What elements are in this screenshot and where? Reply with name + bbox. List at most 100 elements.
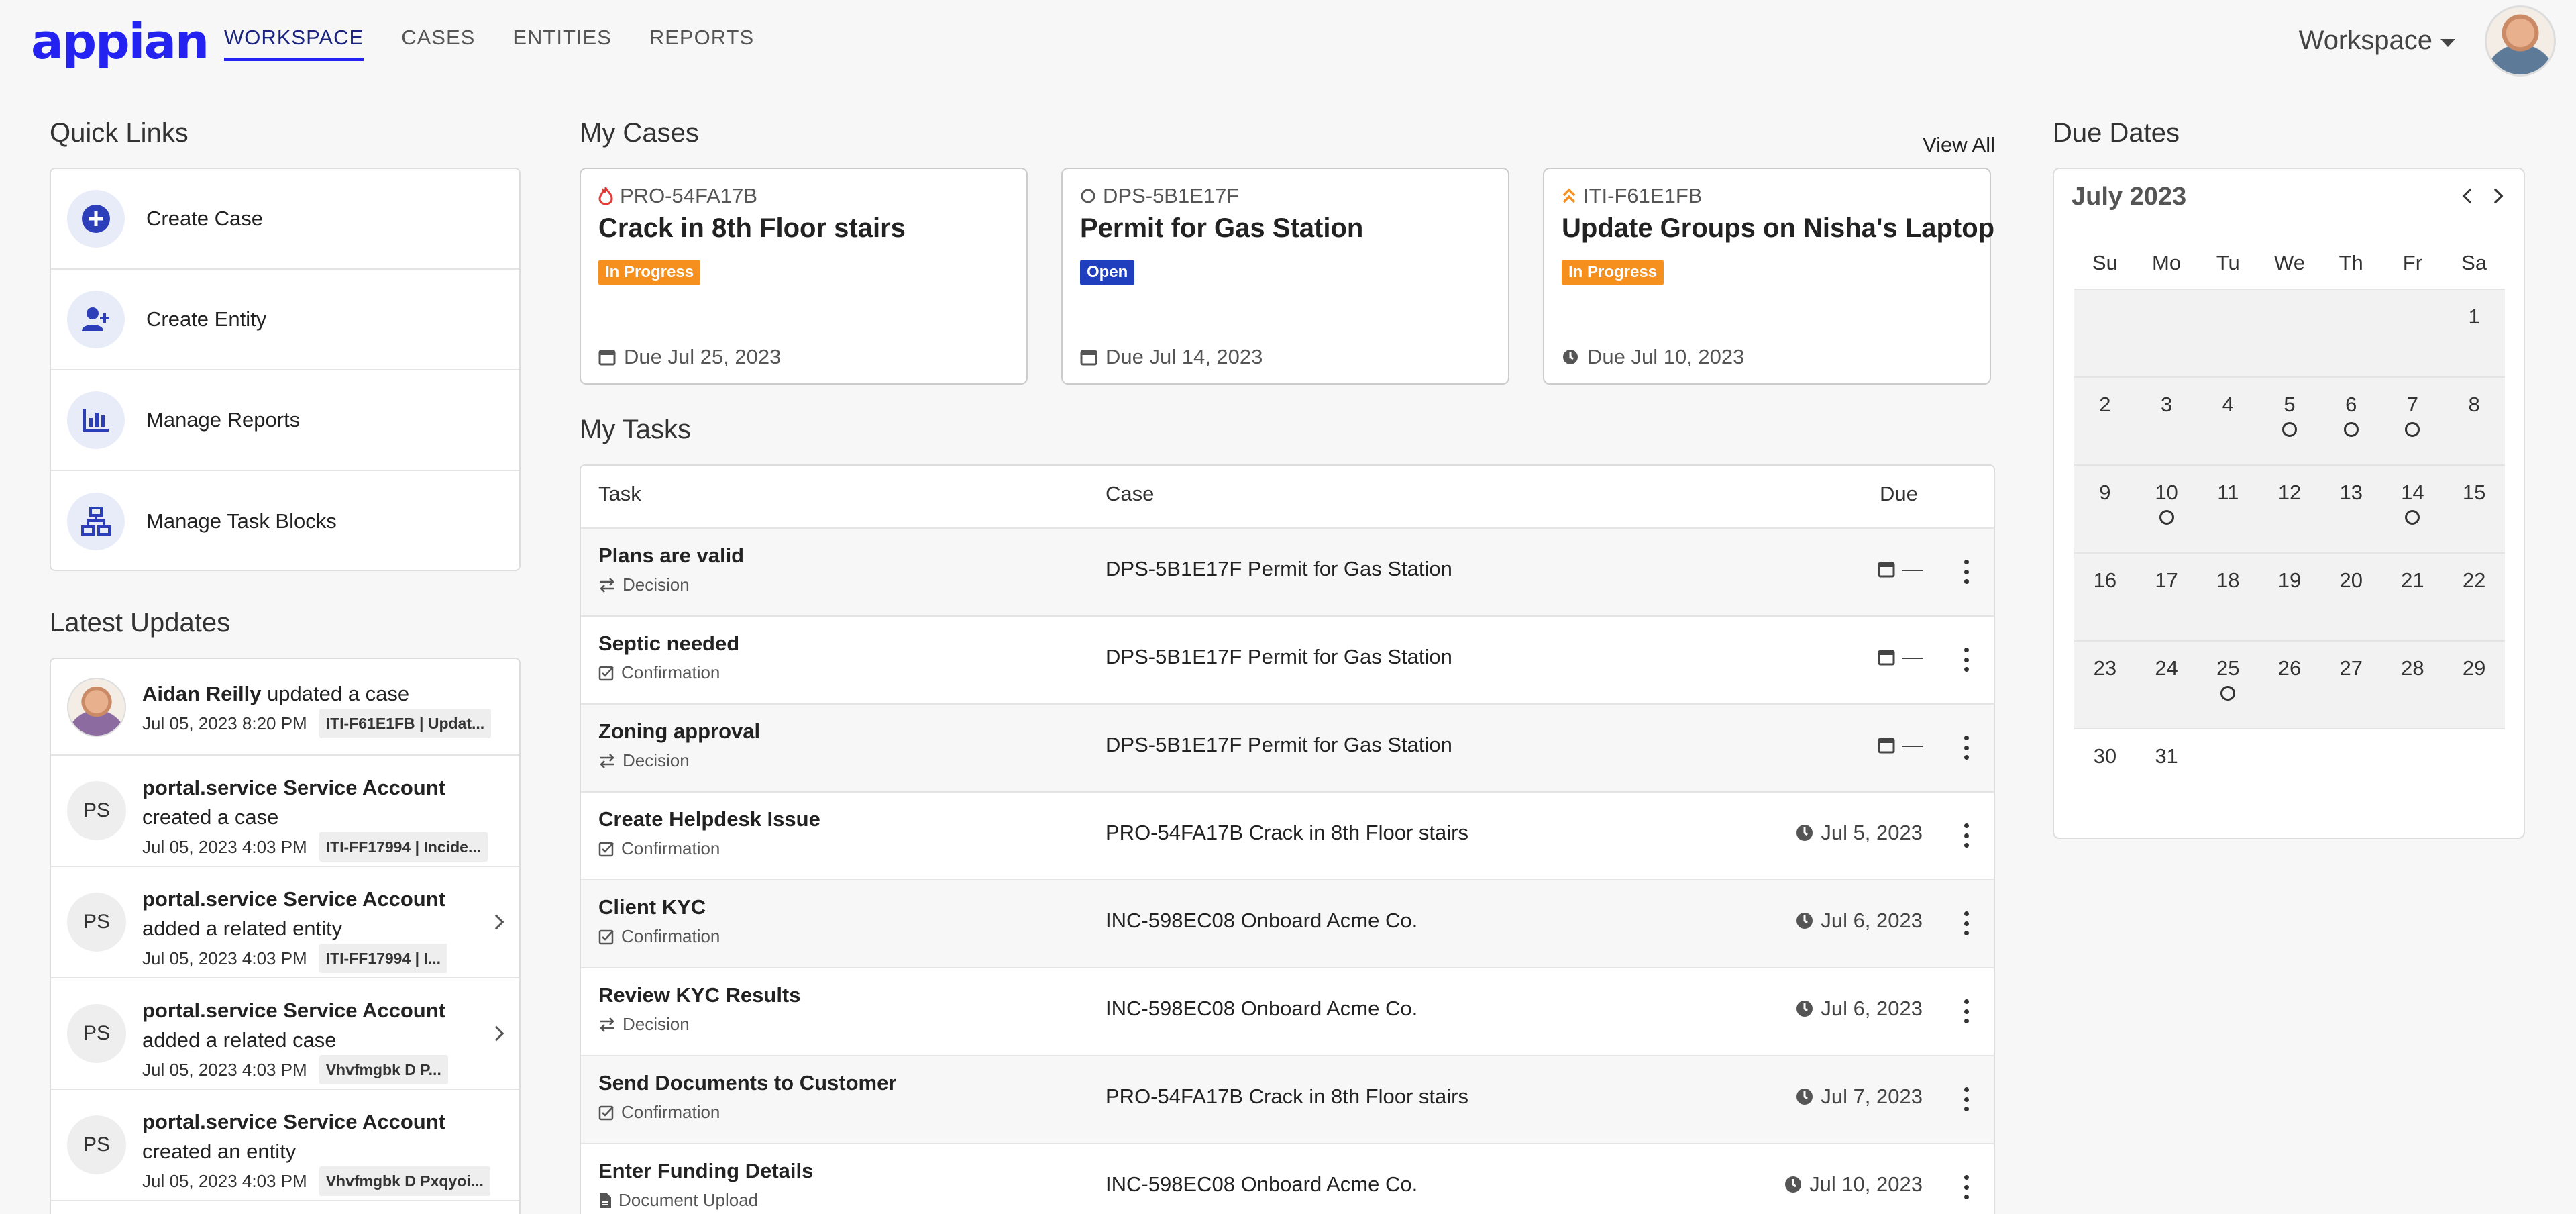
workspace-menu[interactable]: Workspace (2299, 26, 2455, 56)
task-row[interactable]: Review KYC Results Decision INC-598EC08 On… (581, 967, 1994, 1055)
task-case[interactable]: INC-598EC08 Onboard Acme Co. (1106, 1172, 1417, 1197)
task-row[interactable]: Enter Funding Details Document Upload INC-… (581, 1143, 1994, 1214)
calendar-day[interactable]: 9 (2074, 466, 2136, 552)
nav-reports[interactable]: REPORTS (649, 26, 754, 61)
calendar-day[interactable]: 19 (2259, 554, 2320, 640)
update-item[interactable]: PS portal.service Service Account added … (51, 867, 519, 978)
calendar-day[interactable]: 29 (2443, 642, 2505, 728)
nav-cases[interactable]: CASES (401, 26, 475, 61)
calendar-day[interactable]: 3 (2136, 378, 2198, 464)
view-all-link[interactable]: View All (1923, 133, 1995, 157)
task-case[interactable]: PRO-54FA17B Crack in 8th Floor stairs (1106, 1084, 1468, 1109)
task-name[interactable]: Client KYC (598, 895, 706, 919)
update-item[interactable]: PS portal.service Service Account added … (51, 978, 519, 1090)
calendar-day[interactable]: 27 (2320, 642, 2382, 728)
calendar-day[interactable]: 4 (2197, 378, 2259, 464)
case-tag[interactable]: ITI-FF17994 | Incide... (319, 832, 488, 862)
swap-icon (600, 1017, 614, 1032)
clock-icon (1796, 825, 1813, 841)
create-case-link[interactable]: Create Case (51, 169, 519, 270)
more-options-icon[interactable] (1963, 1087, 1970, 1111)
calendar-day[interactable]: 16 (2074, 554, 2136, 640)
user-avatar[interactable] (2485, 5, 2556, 77)
task-name[interactable]: Create Helpdesk Issue (598, 807, 820, 831)
more-options-icon[interactable] (1963, 911, 1970, 935)
task-name[interactable]: Zoning approval (598, 719, 760, 744)
task-case[interactable]: DPS-5B1E17F Permit for Gas Station (1106, 733, 1452, 757)
calendar-day[interactable]: 7 (2382, 378, 2444, 464)
task-name[interactable]: Enter Funding Details (598, 1159, 813, 1183)
case-card[interactable]: DPS-5B1E17F Permit for Gas Station Open … (1061, 168, 1509, 385)
task-name[interactable]: Plans are valid (598, 544, 744, 568)
calendar-day[interactable]: 26 (2259, 642, 2320, 728)
task-name[interactable]: Send Documents to Customer (598, 1071, 896, 1095)
calendar-day[interactable]: 13 (2320, 466, 2382, 552)
case-tag[interactable]: Vhvfmgbk D P... (319, 1055, 448, 1084)
calendar-day[interactable]: 30 (2074, 729, 2136, 817)
task-type: Confirmation (621, 1102, 720, 1122)
create-entity-link[interactable]: Create Entity (51, 270, 519, 370)
task-row[interactable]: Send Documents to Customer Confirmation PR… (581, 1055, 1994, 1143)
nav-entities[interactable]: ENTITIES (513, 26, 612, 61)
entity-tag[interactable]: ITI-FF17994 | I... (319, 944, 448, 973)
more-options-icon[interactable] (1963, 560, 1970, 584)
calendar-day[interactable]: 28 (2382, 642, 2444, 728)
manage-task-blocks-link[interactable]: Manage Task Blocks (51, 471, 519, 572)
case-tag[interactable]: ITI-F61E1FB | Updat... (319, 709, 492, 738)
more-options-icon[interactable] (1963, 736, 1970, 760)
calendar-day[interactable]: 18 (2197, 554, 2259, 640)
task-row[interactable]: Client KYC Confirmation INC-598EC08 Onboar… (581, 879, 1994, 967)
calendar-day[interactable]: 31 (2136, 729, 2198, 817)
more-options-icon[interactable] (1963, 823, 1970, 848)
calendar-day[interactable]: 22 (2443, 554, 2505, 640)
calendar-day[interactable]: 12 (2259, 466, 2320, 552)
avatar: PS (67, 1004, 126, 1063)
appian-logo[interactable]: appian (31, 13, 209, 70)
add-user-icon (67, 291, 125, 348)
calendar-day[interactable]: 6 (2320, 378, 2382, 464)
task-case[interactable]: DPS-5B1E17F Permit for Gas Station (1106, 557, 1452, 581)
calendar-day[interactable]: 17 (2136, 554, 2198, 640)
calendar-day[interactable]: 5 (2259, 378, 2320, 464)
task-row[interactable]: Septic needed Confirmation DPS-5B1E17F Per… (581, 615, 1994, 703)
task-due-indicator-icon (2159, 510, 2174, 525)
task-name[interactable]: Septic needed (598, 631, 739, 656)
case-card[interactable]: ITI-F61E1FB Update Groups on Nisha's Lap… (1543, 168, 1994, 385)
task-case[interactable]: DPS-5B1E17F Permit for Gas Station (1106, 645, 1452, 669)
more-options-icon[interactable] (1963, 999, 1970, 1023)
case-card[interactable]: PRO-54FA17B Crack in 8th Floor stairs In… (580, 168, 1028, 385)
more-options-icon[interactable] (1963, 648, 1970, 672)
calendar-day[interactable]: 2 (2074, 378, 2136, 464)
calendar-day[interactable]: 15 (2443, 466, 2505, 552)
task-case[interactable]: INC-598EC08 Onboard Acme Co. (1106, 997, 1417, 1021)
tasks-table: Task Case Due Plans are valid Decision DPS… (580, 464, 1995, 1214)
task-row[interactable]: Plans are valid Decision DPS-5B1E17F Permi… (581, 527, 1994, 615)
more-options-icon[interactable] (1963, 1175, 1970, 1199)
task-case[interactable]: PRO-54FA17B Crack in 8th Floor stairs (1106, 821, 1468, 845)
calendar-day[interactable]: 20 (2320, 554, 2382, 640)
chevron-right-icon[interactable] (2487, 188, 2504, 204)
calendar-day[interactable]: 23 (2074, 642, 2136, 728)
task-name[interactable]: Review KYC Results (598, 983, 801, 1007)
clock-icon (1796, 1089, 1813, 1105)
calendar-day[interactable]: 21 (2382, 554, 2444, 640)
case-id: PRO-54FA17B (620, 184, 758, 207)
nav-workspace[interactable]: WORKSPACE (224, 26, 364, 61)
entity-tag[interactable]: Vhvfmgbk D Pxqyoi... (319, 1166, 490, 1196)
manage-reports-link[interactable]: Manage Reports (51, 370, 519, 471)
update-item[interactable]: PS portal.service Service Account create… (51, 1090, 519, 1201)
calendar-day[interactable]: 25 (2197, 642, 2259, 728)
calendar-day[interactable]: 8 (2443, 378, 2505, 464)
task-row[interactable]: Create Helpdesk Issue Confirmation PRO-54F… (581, 791, 1994, 879)
chevron-left-icon[interactable] (2462, 188, 2478, 204)
task-case[interactable]: INC-598EC08 Onboard Acme Co. (1106, 909, 1417, 933)
update-item[interactable]: Aidan Reilly updated a case Jul 05, 2023… (51, 659, 519, 756)
calendar-day[interactable]: 24 (2136, 642, 2198, 728)
calendar-day[interactable]: 14 (2382, 466, 2444, 552)
calendar-day[interactable]: 1 (2443, 290, 2505, 376)
status-badge: In Progress (598, 260, 701, 285)
task-row[interactable]: Zoning approval Decision DPS-5B1E17F Permi… (581, 703, 1994, 791)
calendar-day[interactable]: 10 (2136, 466, 2198, 552)
update-item[interactable]: PS portal.service Service Account create… (51, 756, 519, 867)
calendar-day[interactable]: 11 (2197, 466, 2259, 552)
